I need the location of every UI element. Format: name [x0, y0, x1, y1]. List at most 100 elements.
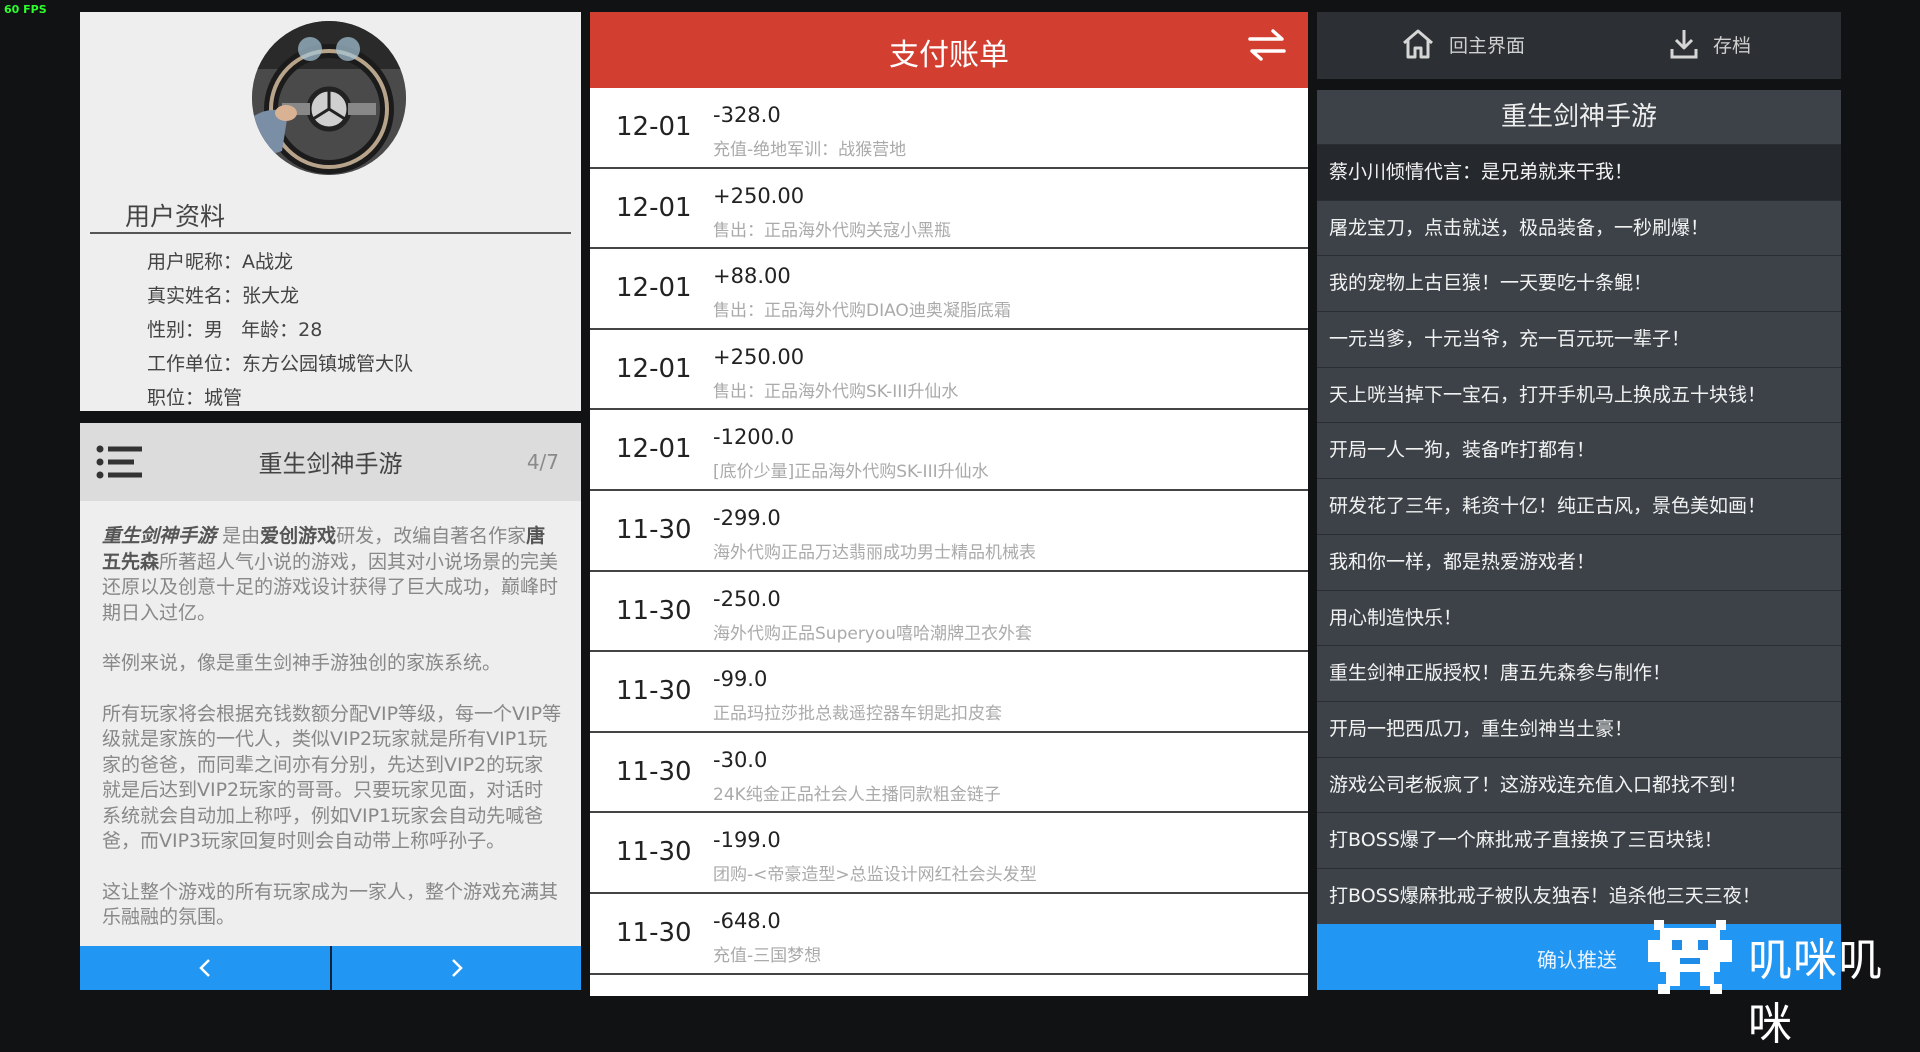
push-ad-item[interactable]: 开局一把西瓜刀，重生剑神当土豪！	[1317, 700, 1841, 757]
gender-age-field: 性别：男 年龄：28	[147, 319, 323, 341]
bill-description: [底价少量]正品海外代购SK-III升仙水	[713, 462, 989, 483]
bill-list[interactable]: 12-01 -328.0 充值-绝地军训：战猴营地 12-01 +250.00 售出：正品…	[590, 88, 1308, 975]
bill-date: 12-01	[616, 434, 692, 465]
prev-page-button[interactable]	[80, 946, 330, 990]
bill-amount: -328.0	[713, 103, 781, 127]
fps-counter: 60 FPS	[4, 3, 47, 16]
bill-date: 12-01	[616, 112, 692, 142]
bill-row[interactable]: 12-01 -328.0 充值-绝地军训：战猴营地	[590, 88, 1308, 169]
bill-amount: +88.00	[713, 264, 791, 289]
bill-amount: -299.0	[713, 505, 781, 530]
divider	[90, 232, 571, 234]
page-indicator: 4/7	[526, 450, 559, 474]
push-ad-item[interactable]: 开局一人一狗，装备咋打都有！	[1317, 422, 1841, 478]
profile-info-list: 用户昵称：A战龙 真实姓名：张大龙 性别：男 年龄：28 工作单位：东方公园镇城…	[147, 245, 413, 415]
game-panel-title: 重生剑神手游	[258, 450, 403, 478]
bill-row[interactable]: 11-30 -648.0 充值-三国梦想	[590, 894, 1308, 975]
bill-date: 11-30	[616, 514, 692, 545]
push-ad-item[interactable]: 我的宠物上古巨猿！一天要吃十条鲲！	[1317, 255, 1841, 311]
push-panel-title: 重生剑神手游	[1500, 102, 1657, 132]
bill-row[interactable]: 12-01 -1200.0 [底价少量]正品海外代购SK-III升仙水	[590, 410, 1308, 491]
bill-row[interactable]: 11-30 -30.0 24K纯金正品社会人主播同款粗金链子	[590, 733, 1308, 814]
bill-amount: -199.0	[713, 828, 781, 853]
bill-description: 团购-<帝豪造型>总监设计网红社会头发型	[713, 865, 1037, 886]
game-article[interactable]: 重生剑神手游 是由爱创游戏研发，改编自著名作家唐五先森所著超人气小说的游戏，因其…	[102, 524, 562, 956]
bill-row[interactable]: 11-30 -99.0 正品玛拉莎批总裁遥控器车钥匙扣皮套	[590, 652, 1308, 733]
bill-row[interactable]: 11-30 -250.0 海外代购正品Superyou嘻哈潮牌卫衣外套	[590, 572, 1308, 653]
game-info-panel: 重生剑神手游 4/7 重生剑神手游 是由爱创游戏研发，改编自著名作家唐五先森所著…	[80, 423, 581, 990]
push-ad-item[interactable]: 一元当爹，十元当爷，充一百元玩一辈子！	[1317, 311, 1841, 367]
game-name-text: 重生剑神手游	[102, 525, 217, 547]
chevron-right-icon	[452, 959, 463, 977]
chevron-left-icon	[199, 959, 210, 977]
bill-description: 充值-绝地军训：战猴营地	[713, 140, 907, 160]
studio-name-text: 爱创游戏	[260, 525, 337, 547]
bill-amount: -30.0	[713, 747, 768, 772]
bill-date: 11-30	[616, 756, 692, 787]
bill-row[interactable]: 12-01 +250.00 售出：正品海外代购SK-III升仙水	[590, 330, 1308, 411]
bill-title: 支付账单	[889, 38, 1009, 73]
bill-amount: -1200.0	[713, 425, 795, 450]
push-ad-item[interactable]: 游戏公司老板疯了！这游戏连充值入口都找不到！	[1317, 756, 1841, 813]
push-ad-panel: 重生剑神手游 蔡小川倾情代言：是兄弟就来干我！ 屠龙宝刀，点击就送，极品装备，一秒…	[1317, 90, 1841, 990]
bill-row[interactable]: 12-01 +250.00 售出：正品海外代购关寇小黑瓶	[590, 169, 1308, 250]
bill-date: 12-01	[616, 192, 692, 223]
bill-description: 正品玛拉莎批总裁遥控器车钥匙扣皮套	[713, 704, 1002, 725]
bill-date: 11-30	[616, 595, 692, 626]
push-ad-item[interactable]: 打BOSS爆了一个麻批戒子直接换了三百块钱！	[1317, 812, 1841, 868]
bill-date: 11-30	[616, 917, 692, 948]
text-span: 所著超人气小说的游戏，因其对小说场景的完美还原以及创意十足的游戏设计获得了巨大成…	[102, 550, 559, 624]
top-bar: 回主界面 存档	[1317, 12, 1841, 79]
bill-amount: -648.0	[713, 908, 781, 933]
push-ad-item[interactable]: 屠龙宝刀，点击就送，极品装备，一秒刷爆！	[1317, 199, 1841, 256]
bill-row[interactable]: 11-30 -199.0 团购-<帝豪造型>总监设计网红社会头发型	[590, 813, 1308, 894]
position-field: 职位：城管	[147, 387, 243, 409]
download-icon	[1670, 30, 1698, 59]
bill-amount: -99.0	[713, 667, 768, 692]
page-nav-bar	[80, 946, 581, 990]
bill-date: 11-30	[616, 837, 692, 868]
home-button[interactable]: 回主界面	[1401, 28, 1525, 60]
bill-amount: +250.00	[713, 344, 805, 369]
bill-description: 海外代购正品Superyou嘻哈潮牌卫衣外套	[713, 623, 1033, 644]
bill-amount: -250.0	[713, 586, 781, 611]
bill-panel: 支付账单 12-01 -328.0 充值-绝地军训：战猴营地 12-01 +250.00…	[590, 12, 1308, 996]
bill-date: 11-30	[616, 676, 692, 707]
push-ad-item[interactable]: 用心制造快乐！	[1317, 589, 1841, 646]
real-name-field: 真实姓名：张大龙	[147, 285, 300, 307]
workplace-field: 工作单位：东方公园镇城管大队	[147, 353, 414, 375]
save-label: 存档	[1713, 34, 1752, 57]
bill-header: 支付账单	[590, 12, 1308, 88]
bill-description: 售出：正品海外代购关寇小黑瓶	[713, 220, 951, 241]
bill-amount: +250.00	[713, 183, 805, 208]
save-button[interactable]: 存档	[1669, 28, 1751, 60]
swap-arrows-icon[interactable]	[1246, 28, 1288, 62]
pixel-robot-logo-icon	[1648, 920, 1732, 994]
bill-description: 售出：正品海外代购SK-III升仙水	[713, 381, 959, 402]
home-icon	[1403, 29, 1433, 59]
push-ad-item[interactable]: 重生剑神正版授权！唐五先森参与制作！	[1317, 645, 1841, 701]
bill-date: 12-01	[616, 273, 692, 304]
article-paragraph: 举例来说，像是重生剑神手游独创的家族系统。	[102, 652, 502, 674]
article-paragraph: 所有玩家将会根据充钱数额分配VIP等级，每一个VIP等级就是家族的一代人，类似V…	[102, 702, 562, 853]
push-ad-list[interactable]: 蔡小川倾情代言：是兄弟就来干我！ 屠龙宝刀，点击就送，极品装备，一秒刷爆！ 我的宠物…	[1317, 144, 1841, 924]
push-ad-item[interactable]: 我和你一样，都是热爱游戏者！	[1317, 533, 1841, 590]
steering-wheel-photo	[252, 21, 406, 175]
next-page-button[interactable]	[332, 946, 581, 990]
bill-description: 海外代购正品万达翡丽成功男士精品机械表	[713, 542, 1036, 563]
bill-description: 充值-三国梦想	[713, 945, 822, 966]
watermark: 叽咪叽咪	[1640, 910, 1915, 1050]
nickname-field: 用户昵称：A战龙	[147, 251, 293, 273]
push-ad-item[interactable]: 蔡小川倾情代言：是兄弟就来干我！	[1317, 144, 1841, 200]
watermark-text: 叽咪叽咪	[1748, 935, 1883, 1050]
bill-date: 12-01	[616, 353, 692, 384]
push-ad-item[interactable]: 研发花了三年，耗资十亿！纯正古风，景色美如画！	[1317, 478, 1841, 534]
push-ad-item[interactable]: 天上咣当掉下一宝石，打开手机马上换成五十块钱！	[1317, 366, 1841, 423]
text-span: 研发，改编自著名作家	[336, 525, 527, 547]
article-paragraph: 这让整个游戏的所有玩家成为一家人，整个游戏充满其乐融融的氛围。	[102, 880, 559, 929]
avatar[interactable]	[252, 21, 406, 175]
game-panel-header: 重生剑神手游 4/7	[80, 423, 581, 501]
article-intro: 重生剑神手游 是由爱创游戏研发，改编自著名作家唐五先森所著超人气小说的游戏，因其…	[102, 524, 562, 626]
bill-row[interactable]: 12-01 +88.00 售出：正品海外代购DIAO迪奥凝脂底霜	[590, 249, 1308, 330]
bill-row[interactable]: 11-30 -299.0 海外代购正品万达翡丽成功男士精品机械表	[590, 491, 1308, 572]
